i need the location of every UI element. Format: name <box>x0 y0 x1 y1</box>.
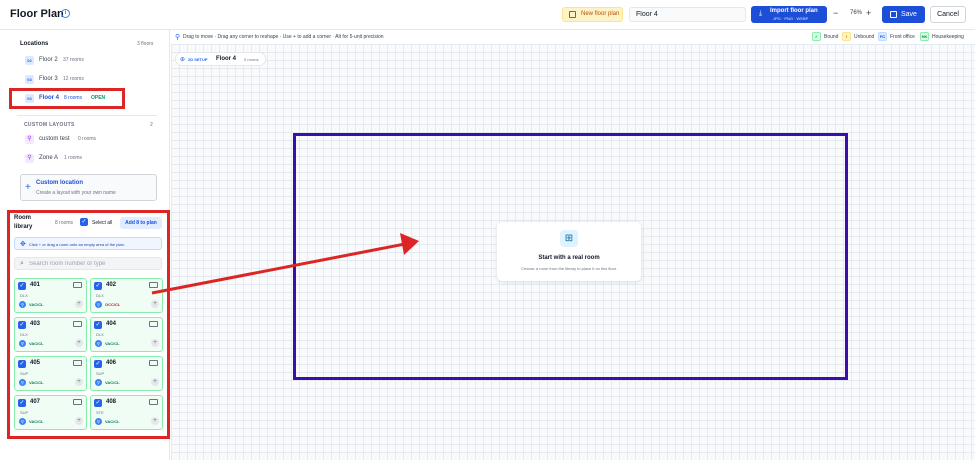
save-icon <box>890 11 897 18</box>
custom-location-subtitle: Create a layout with your own name <box>36 190 116 196</box>
floor-name-input[interactable] <box>629 7 746 22</box>
locations-count: 3 floors <box>137 41 154 47</box>
import-floor-plan-button[interactable]: ⤓ Import floor plan JPG · PNG · WEBP <box>751 6 827 23</box>
custom-location-button[interactable]: + Custom location Create a layout with y… <box>20 174 157 201</box>
custom-layouts-count: 2 <box>150 122 153 128</box>
info-icon[interactable]: i <box>61 9 70 18</box>
warning-icon: ! <box>842 32 851 41</box>
legend-label: Bound <box>824 34 839 40</box>
floor-code-badge: 03 <box>25 75 34 84</box>
floor-item-floor-2[interactable]: 02 Floor 2 37 rooms <box>17 54 157 68</box>
upload-icon: ⤓ <box>759 10 763 17</box>
legend-label: Front office <box>890 34 915 40</box>
import-formats: JPG · PNG · WEBP <box>773 16 809 21</box>
layout-icon: ⚲ <box>25 135 34 144</box>
empty-state-title: Start with a real room <box>538 255 600 261</box>
page-title: Floor Plan <box>10 8 64 20</box>
new-floor-plan-button[interactable]: New floor plan <box>562 7 623 22</box>
plus-icon: + <box>25 182 31 193</box>
highlight-box-room-library <box>7 210 170 439</box>
import-label: Import floor plan <box>770 8 818 14</box>
header-bar: Floor Plan i New floor plan ⤓ Import flo… <box>0 0 975 30</box>
zoom-level: 76% <box>850 10 863 16</box>
front-office-badge: FC <box>878 32 887 41</box>
grid-icon <box>569 11 576 18</box>
chip-floor-name: Floor 4 <box>216 56 237 62</box>
housekeeping-badge: HK <box>920 32 929 41</box>
highlight-box-floor-4 <box>9 88 125 109</box>
zoom-in-button[interactable]: + <box>866 8 871 18</box>
setup-icon: ⊕ <box>180 57 186 63</box>
legend-label: Housekeeping <box>932 34 964 40</box>
move-icon: ⚲ <box>175 34 181 41</box>
sidebar-divider <box>17 115 157 116</box>
save-button[interactable]: Save <box>882 6 925 23</box>
custom-layouts-title: CUSTOM LAYOUTS <box>24 122 75 128</box>
new-floor-plan-label: New floor plan <box>581 11 620 17</box>
canvas-hint-text: Drag to move · Drag any corner to reshap… <box>183 34 384 40</box>
chip-setup-label: 2D SETUP <box>188 57 208 62</box>
save-label: Save <box>901 11 917 18</box>
room-layout-icon: ⊞ <box>560 230 578 247</box>
layout-name: Zone A <box>39 155 59 161</box>
custom-location-title: Custom location <box>36 180 84 186</box>
zoom-out-button[interactable]: − <box>833 8 838 18</box>
floor-item-floor-3[interactable]: 03 Floor 3 12 rooms <box>17 73 157 87</box>
chip-room-count: 0 rooms <box>244 57 259 62</box>
empty-state-card: ⊞ Start with a real room Choose a room f… <box>497 222 641 281</box>
layout-item-zone-a[interactable]: ⚲ Zone A 1 rooms <box>17 152 157 166</box>
legend-label: Unbound <box>854 34 875 40</box>
locations-title: Locations <box>20 41 49 47</box>
cancel-button[interactable]: Cancel <box>930 6 966 23</box>
floor-code-badge: 02 <box>25 56 34 65</box>
layout-name: custom test <box>39 136 70 142</box>
floor-name: Floor 3 <box>39 76 58 82</box>
layout-room-count: 1 rooms <box>64 155 83 161</box>
check-icon: ✓ <box>812 32 821 41</box>
floor-name: Floor 2 <box>39 57 58 63</box>
layout-room-count: 0 rooms <box>78 136 97 142</box>
floor-chip: ⊕ 2D SETUP Floor 4 0 rooms <box>175 52 266 66</box>
layout-item-custom-test[interactable]: ⚲ custom test 0 rooms <box>17 133 157 147</box>
floor-room-count: 12 rooms <box>63 76 84 82</box>
empty-state-subtitle: Choose a room from the library to place … <box>520 266 618 271</box>
floor-room-count: 37 rooms <box>63 57 84 63</box>
layout-icon: ⚲ <box>25 154 34 163</box>
